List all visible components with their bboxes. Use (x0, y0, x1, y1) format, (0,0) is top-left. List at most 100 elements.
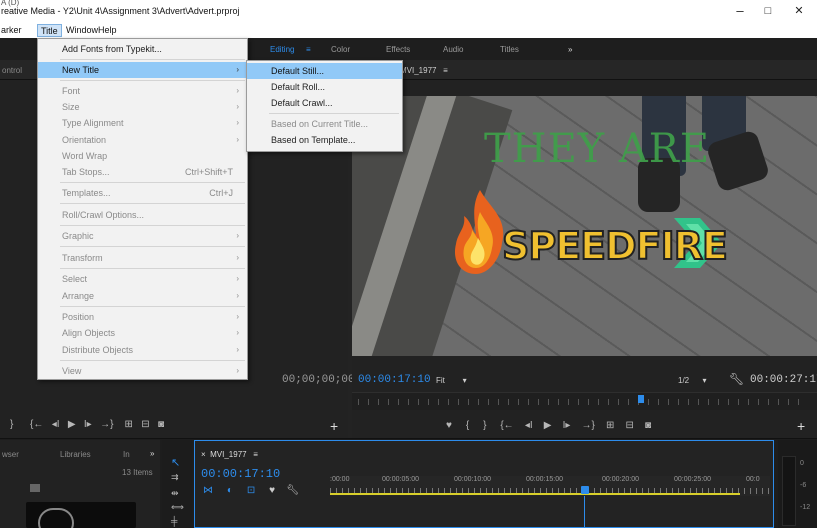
workspace-effects[interactable]: Effects (386, 45, 410, 54)
step-back-icon[interactable]: ◂I (52, 419, 60, 430)
effect-controls-tab[interactable]: ontrol (2, 66, 22, 75)
ripple-edit-tool-icon[interactable]: ⇹ (171, 488, 179, 499)
maximize-button[interactable]: □ (754, 2, 782, 20)
libraries-tab[interactable]: Libraries (60, 450, 91, 459)
resolution-dropdown[interactable]: 1/2 ▾ (678, 376, 706, 385)
play-icon[interactable]: ▶ (68, 419, 76, 430)
folder-icon[interactable] (30, 484, 40, 492)
submenu-item-based-on-current[interactable]: Based on Current Title... (247, 116, 402, 132)
menu-item-tab-stops[interactable]: Tab Stops... Ctrl+Shift+T (38, 164, 247, 180)
info-tab[interactable]: In (123, 450, 130, 459)
menu-item-shortcut: Ctrl+Shift+T (184, 167, 233, 177)
nest-icon[interactable]: ⊡ (247, 485, 255, 496)
menu-item-position[interactable]: Position › (38, 309, 247, 325)
menu-item-graphic[interactable]: Graphic › (38, 228, 247, 244)
clip-thumbnail[interactable] (26, 502, 136, 528)
rolling-edit-tool-icon[interactable]: ⟺ (171, 502, 184, 513)
menu-item-size[interactable]: Size › (38, 99, 247, 115)
panel-overflow-icon[interactable]: » (150, 449, 154, 458)
work-area-bar[interactable] (330, 493, 740, 495)
snap-icon[interactable]: ⋈ (203, 485, 213, 496)
menu-item-new-title[interactable]: New Title › (38, 62, 247, 78)
camera-icon[interactable]: ◙ (645, 420, 651, 431)
program-tab-label: MVI_1977 (400, 66, 437, 75)
mark-out-icon[interactable]: } (10, 419, 13, 430)
mark-in-icon[interactable]: { (466, 420, 469, 431)
workspace-overflow-icon[interactable]: » (568, 45, 572, 54)
program-current-timecode[interactable]: 00:00:17:10 (358, 374, 431, 386)
add-marker-icon[interactable]: ♥ (446, 420, 452, 431)
timeline-ruler[interactable]: :00:00 00:00:05:00 00:00:10:00 00:00:15:… (330, 476, 770, 496)
program-scrubber[interactable] (352, 392, 817, 410)
add-button-left[interactable]: + (330, 418, 338, 434)
fit-dropdown[interactable]: Fit ▾ (436, 376, 467, 385)
menu-item-orientation[interactable]: Orientation › (38, 132, 247, 148)
go-to-in-icon[interactable]: {← (30, 419, 43, 430)
step-forward-icon-program[interactable]: I▸ (563, 420, 571, 431)
step-forward-icon[interactable]: I▸ (84, 419, 92, 430)
add-marker-timeline-icon[interactable]: ♥ (269, 485, 275, 496)
menu-item-distribute-objects[interactable]: Distribute Objects › (38, 342, 247, 358)
export-frame-icon[interactable]: ◙ (158, 419, 164, 430)
sequence-tab[interactable]: × MVI_1977 ≡ (201, 450, 258, 459)
program-tab-menu-icon[interactable]: ≡ (443, 66, 448, 75)
workspace-titles[interactable]: Titles (500, 45, 519, 54)
wrench-icon[interactable]: 🔧︎ (729, 372, 744, 386)
submenu-item-label: Default Roll... (271, 82, 326, 92)
submenu-item-based-on-template[interactable]: Based on Template... (247, 132, 402, 148)
menu-item-templates[interactable]: Templates... Ctrl+J (38, 185, 247, 201)
playhead[interactable] (638, 395, 644, 403)
submenu-item-default-roll[interactable]: Default Roll... (247, 79, 402, 95)
media-browser-tab[interactable]: wser (2, 450, 19, 459)
rate-stretch-tool-icon[interactable]: ╪ (171, 516, 177, 526)
linked-selection-icon[interactable]: ◐ (227, 485, 233, 496)
menu-help[interactable]: Help (95, 24, 120, 37)
menu-item-roll-crawl[interactable]: Roll/Crawl Options... (38, 207, 247, 223)
sequence-tab-menu-icon[interactable]: ≡ (253, 450, 258, 459)
minimize-button[interactable]: – (726, 2, 754, 20)
menu-item-align-objects[interactable]: Align Objects › (38, 325, 247, 341)
sequence-close-icon[interactable]: × (201, 450, 206, 459)
track-select-tool-icon[interactable]: ⇉ (171, 472, 179, 483)
workspace-editing[interactable]: Editing (270, 45, 294, 54)
extract-icon[interactable]: ⊟ (626, 420, 634, 431)
program-tab[interactable]: MVI_1977 ≡ (400, 66, 448, 75)
step-back-icon-program[interactable]: ◂I (525, 420, 533, 431)
menu-item-transform[interactable]: Transform › (38, 250, 247, 266)
timeline-playhead[interactable] (581, 486, 589, 494)
menu-item-label: Position (62, 312, 95, 322)
menu-item-select[interactable]: Select › (38, 271, 247, 287)
sequence-timecode[interactable]: 00:00:17:10 (201, 467, 280, 481)
video-frame: THEY ARE SPEEDFIRE (352, 96, 817, 356)
timeline-settings-icon[interactable]: 🔧︎ (286, 485, 299, 496)
menu-item-type-alignment[interactable]: Type Alignment › (38, 115, 247, 131)
menu-item-view[interactable]: View › (38, 363, 247, 379)
lift-icon[interactable]: ⊞ (606, 420, 614, 431)
menu-item-add-fonts[interactable]: Add Fonts from Typekit... (38, 41, 247, 57)
workspace-audio[interactable]: Audio (443, 45, 463, 54)
item-count: 13 Items (122, 468, 153, 477)
mark-out-icon-program[interactable]: } (483, 420, 486, 431)
go-to-out-icon[interactable]: →} (100, 419, 113, 430)
submenu-item-default-still[interactable]: Default Still... (247, 63, 402, 79)
go-to-in-icon-program[interactable]: {← (500, 420, 513, 431)
insert-icon[interactable]: ⊞ (125, 419, 133, 430)
overwrite-icon[interactable]: ⊟ (141, 419, 149, 430)
selection-tool-icon[interactable]: ↖ (171, 456, 180, 469)
menu-item-arrange[interactable]: Arrange › (38, 288, 247, 304)
play-icon-program[interactable]: ▶ (544, 420, 552, 431)
menu-item-label: Size (62, 102, 80, 112)
ruler-label-2: 00:00:10:00 (454, 476, 491, 483)
submenu-item-default-crawl[interactable]: Default Crawl... (247, 95, 402, 111)
menu-item-font[interactable]: Font › (38, 83, 247, 99)
add-button-program[interactable]: + (797, 418, 805, 434)
go-to-out-icon-program[interactable]: →} (582, 420, 595, 431)
workspace-menu-icon[interactable]: ≡ (306, 45, 311, 54)
resolution-value: 1/2 (678, 376, 690, 385)
workspace-color[interactable]: Color (331, 45, 350, 54)
menu-title[interactable]: Title (37, 24, 62, 37)
close-button[interactable]: ✕ (785, 2, 813, 20)
source-timecode: 00;00;00;00 (282, 374, 355, 386)
menu-item-word-wrap[interactable]: Word Wrap (38, 148, 247, 164)
menu-marker[interactable]: arker (0, 24, 25, 37)
